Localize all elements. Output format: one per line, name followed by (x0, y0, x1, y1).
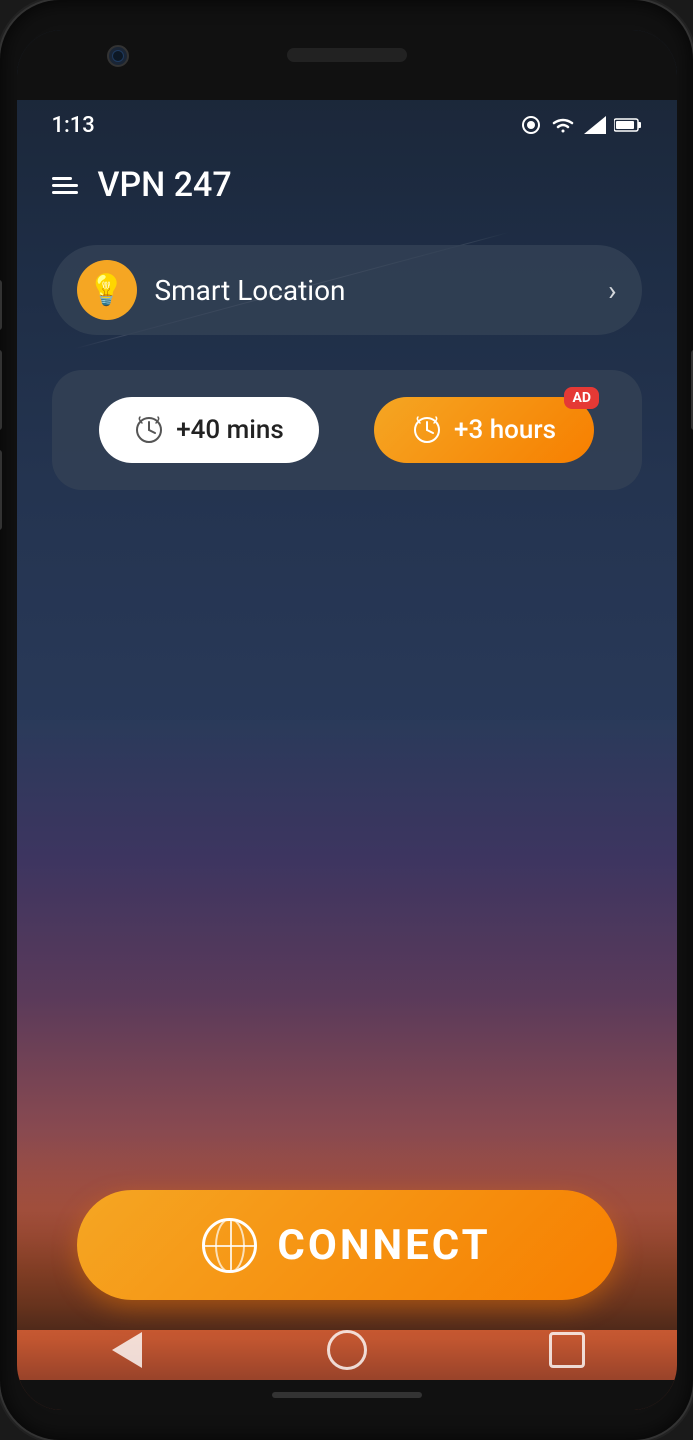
forty-mins-label: +40 mins (176, 415, 284, 445)
hamburger-line-3 (52, 191, 78, 194)
forty-mins-button[interactable]: +40 mins (99, 397, 319, 463)
front-camera-icon (107, 45, 129, 67)
lightning-icon: 💡 (88, 273, 125, 308)
record-icon (520, 114, 542, 136)
nav-home-button[interactable] (317, 1320, 377, 1380)
app-header: VPN 247 (17, 150, 677, 220)
status-bar: 1:13 (17, 100, 677, 150)
home-circle-icon (327, 1330, 367, 1370)
clock-icon-orange (412, 415, 442, 445)
status-time: 1:13 (52, 113, 95, 138)
status-icons (520, 114, 642, 136)
ad-badge: AD (564, 387, 599, 409)
volume-down-button[interactable] (0, 350, 2, 430)
menu-button[interactable] (52, 177, 78, 194)
signal-icon (584, 116, 606, 134)
silent-button[interactable] (0, 450, 2, 530)
phone-device: 1:13 (0, 0, 693, 1440)
hamburger-line-1 (52, 177, 72, 180)
time-boost-card: +40 mins AD +3 hours (52, 370, 642, 490)
nav-back-button[interactable] (97, 1320, 157, 1380)
top-bezel (17, 30, 677, 100)
location-selector[interactable]: 💡 Smart Location › (52, 245, 642, 335)
volume-up-button[interactable] (0, 280, 2, 330)
nav-recent-button[interactable] (537, 1320, 597, 1380)
bottom-indicator-bar (272, 1392, 422, 1398)
location-label: Smart Location (155, 274, 609, 307)
connect-button[interactable]: CONNECT (77, 1190, 617, 1300)
speaker-grille (287, 48, 407, 62)
chevron-right-icon: › (608, 274, 616, 307)
clock-icon-white (134, 415, 164, 445)
app-title: VPN 247 (98, 165, 232, 205)
globe-oval (215, 1218, 245, 1273)
recent-square-icon (549, 1332, 585, 1368)
battery-icon (614, 117, 642, 133)
back-triangle-icon (112, 1332, 142, 1368)
hamburger-line-2 (52, 184, 78, 187)
three-hours-button[interactable]: AD +3 hours (374, 397, 594, 463)
phone-screen: 1:13 (17, 30, 677, 1410)
three-hours-label: +3 hours (454, 415, 556, 445)
location-icon: 💡 (77, 260, 137, 320)
wifi-icon (550, 115, 576, 135)
globe-icon (202, 1218, 257, 1273)
bottom-navigation (17, 1310, 677, 1390)
connect-label: CONNECT (277, 1221, 490, 1270)
